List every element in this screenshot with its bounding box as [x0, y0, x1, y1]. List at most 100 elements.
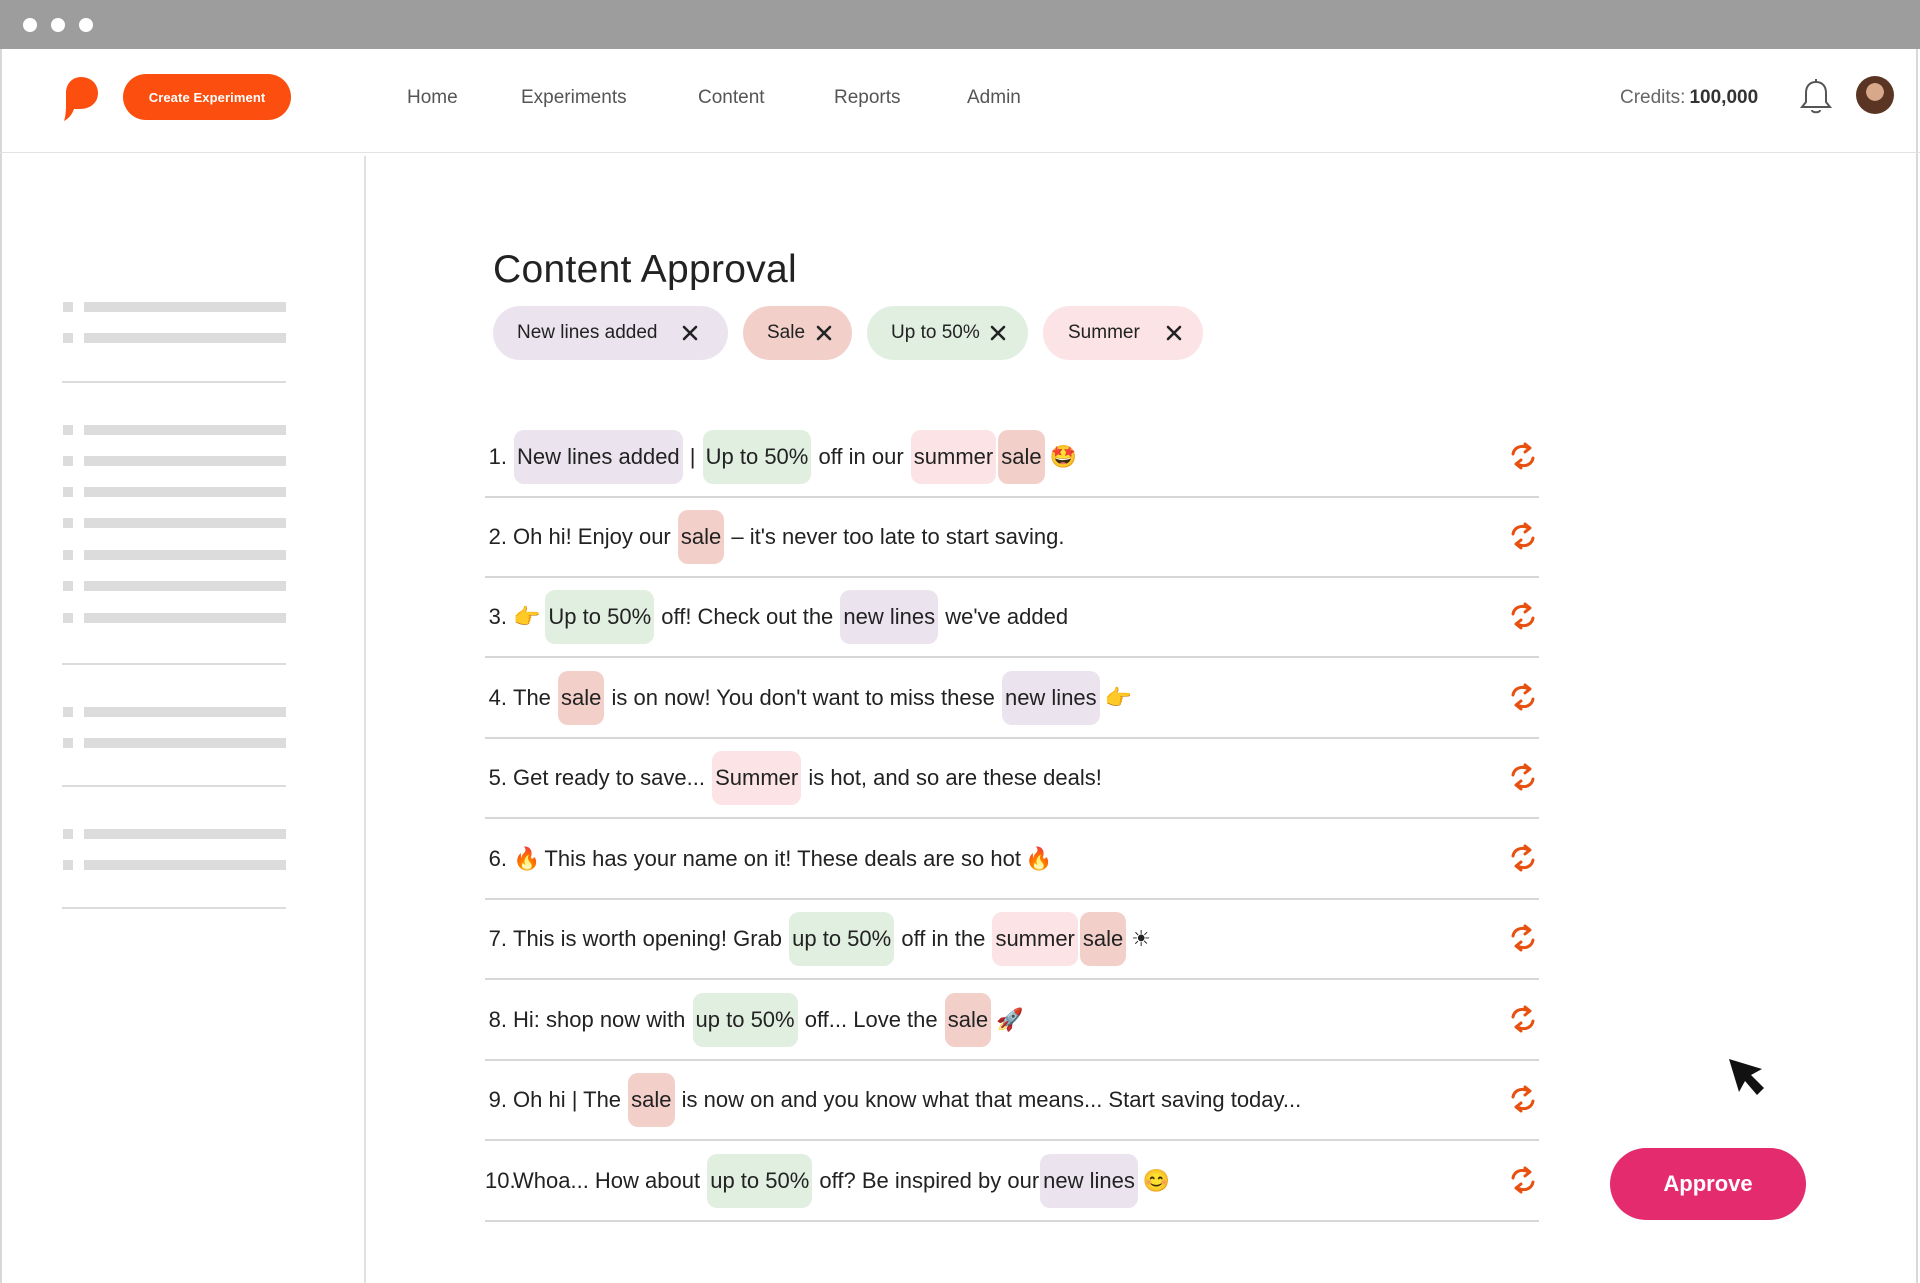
skeleton-bullet [63, 487, 73, 497]
row-divider [485, 817, 1539, 819]
emoji-icon: 🚀 [996, 1007, 1024, 1032]
filter-chip-label: Summer [1068, 322, 1140, 343]
skeleton-line [84, 456, 286, 466]
nav-admin[interactable]: Admin [967, 85, 1021, 111]
window-dot-icon [23, 18, 37, 32]
emoji-icon: ☀ [1131, 926, 1151, 951]
row-divider [485, 1139, 1539, 1141]
content-line-text: 5. Get ready to save... Summer is hot, an… [485, 739, 1102, 817]
content-line-text: 7. This is worth opening! Grab up to 50% … [485, 900, 1151, 978]
close-icon[interactable] [988, 323, 1008, 343]
line-text-segment: | [683, 444, 702, 469]
skeleton-bullet [63, 613, 73, 623]
line-text-segment: Whoa... How about [513, 1168, 707, 1193]
line-number: 8. [488, 1007, 507, 1032]
content-line-row: 7. This is worth opening! Grab up to 50% … [485, 900, 1539, 980]
highlighted-keyword: summer [992, 912, 1078, 966]
credits-label: Credits: [1620, 87, 1686, 108]
content-line-text: 6. 🔥 This has your name on it! These deals… [485, 820, 1053, 898]
emoji-icon: 👉 [1104, 685, 1133, 710]
brand-logo-icon[interactable] [62, 75, 100, 123]
emoji-icon: 👉 [513, 604, 541, 629]
highlighted-keyword: sale [998, 430, 1045, 484]
line-text-segment: is hot, and so are these deals! [802, 765, 1102, 790]
content-line-text: 8. Hi: shop now with up to 50% off... Lov… [485, 981, 1024, 1059]
highlighted-keyword: new lines [1001, 671, 1100, 725]
regenerate-icon[interactable] [1507, 922, 1539, 954]
row-divider [485, 1220, 1539, 1222]
content-line-row: 5. Get ready to save... Summer is hot, an… [485, 739, 1539, 819]
filter-chip-up-to-50[interactable]: Up to 50% [867, 306, 1028, 360]
line-number: 6. [488, 846, 507, 871]
nav-home[interactable]: Home [407, 85, 458, 111]
line-text-segment: Hi: shop now with [513, 1007, 692, 1032]
line-text-segment: off! Check out the [655, 604, 840, 629]
skeleton-bullet [63, 860, 73, 870]
content-line-row: 2. Oh hi! Enjoy our sale – it's never too… [485, 498, 1539, 578]
line-text-segment: off? Be inspired by our [813, 1168, 1040, 1193]
skeleton-line [84, 518, 286, 528]
regenerate-icon[interactable] [1507, 1164, 1539, 1196]
regenerate-icon[interactable] [1507, 520, 1539, 552]
line-text-segment: is on now! You don't want to miss these [605, 685, 1001, 710]
line-text-segment: off in the [895, 926, 992, 951]
nav-content[interactable]: Content [698, 85, 765, 111]
line-text-segment: This is worth opening! Grab [513, 926, 789, 951]
skeleton-line [84, 829, 286, 839]
skeleton-bullet [63, 550, 73, 560]
close-icon[interactable] [814, 323, 834, 343]
nav-experiments[interactable]: Experiments [521, 85, 627, 111]
line-number: 3. [488, 604, 507, 629]
content-line-row: 9. Oh hi | The sale is now on and you kno… [485, 1061, 1539, 1141]
highlighted-keyword: up to 50% [692, 993, 798, 1047]
emoji-icon: 😊 [1142, 1168, 1171, 1193]
content-line-row: 4. The sale is on now! You don't want to … [485, 659, 1539, 739]
approve-button[interactable]: Approve [1610, 1148, 1806, 1220]
content-line-text: 4. The sale is on now! You don't want to … [485, 659, 1132, 737]
regenerate-icon[interactable] [1507, 842, 1539, 874]
line-text-segment: – it's never too late to start saving. [725, 524, 1065, 549]
filter-chip-sale[interactable]: Sale [743, 306, 852, 360]
content-line-row: 6. 🔥 This has your name on it! These deals… [485, 820, 1539, 900]
content-line-row: 3. 👉 Up to 50% off! Check out the new line… [485, 578, 1539, 658]
line-text-segment: This has your name on it! These deals ar… [544, 846, 1021, 871]
line-text-segment: The [513, 685, 558, 710]
highlighted-keyword: Summer [712, 751, 802, 805]
user-avatar[interactable] [1856, 76, 1894, 114]
bell-icon[interactable] [1798, 78, 1834, 116]
regenerate-icon[interactable] [1507, 440, 1539, 472]
skeleton-bullet [63, 425, 73, 435]
line-number: 7. [488, 926, 507, 951]
regenerate-icon[interactable] [1507, 681, 1539, 713]
line-number: 4. [488, 685, 507, 710]
skeleton-bullet [63, 302, 73, 312]
close-icon[interactable] [1164, 323, 1184, 343]
regenerate-icon[interactable] [1507, 761, 1539, 793]
create-experiment-button[interactable]: Create Experiment [123, 74, 291, 120]
skeleton-line [84, 550, 286, 560]
line-text-segment: is now on and you know what that means..… [675, 1087, 1302, 1112]
window-dot-icon [51, 18, 65, 32]
skeleton-line [84, 738, 286, 748]
skeleton-bullet [63, 707, 73, 717]
credits-display: Credits: 100,000 [1620, 85, 1758, 111]
close-icon[interactable] [680, 323, 700, 343]
filter-chip-summer[interactable]: Summer [1043, 306, 1203, 360]
skeleton-line [84, 302, 286, 312]
nav-reports[interactable]: Reports [834, 85, 901, 111]
filter-chip-new-lines[interactable]: New lines added [493, 306, 728, 360]
content-line-text: 2. Oh hi! Enjoy our sale – it's never too… [485, 498, 1065, 576]
filter-chip-label: Sale [767, 322, 806, 343]
highlighted-keyword: new lines [840, 590, 939, 644]
line-text-segment: Oh hi! Enjoy our [513, 524, 677, 549]
regenerate-icon[interactable] [1507, 600, 1539, 632]
regenerate-icon[interactable] [1507, 1003, 1539, 1035]
skeleton-line [84, 707, 286, 717]
skeleton-bullet [63, 829, 73, 839]
highlighted-keyword: summer [910, 430, 997, 484]
highlighted-keyword: sale [558, 671, 605, 725]
content-line-text: 1. New lines added | Up to 50% off in our… [485, 418, 1077, 496]
regenerate-icon[interactable] [1507, 1083, 1539, 1115]
emoji-icon: 🔥 [1024, 846, 1053, 871]
content-line-text: 9. Oh hi | The sale is now on and you kno… [485, 1061, 1301, 1139]
